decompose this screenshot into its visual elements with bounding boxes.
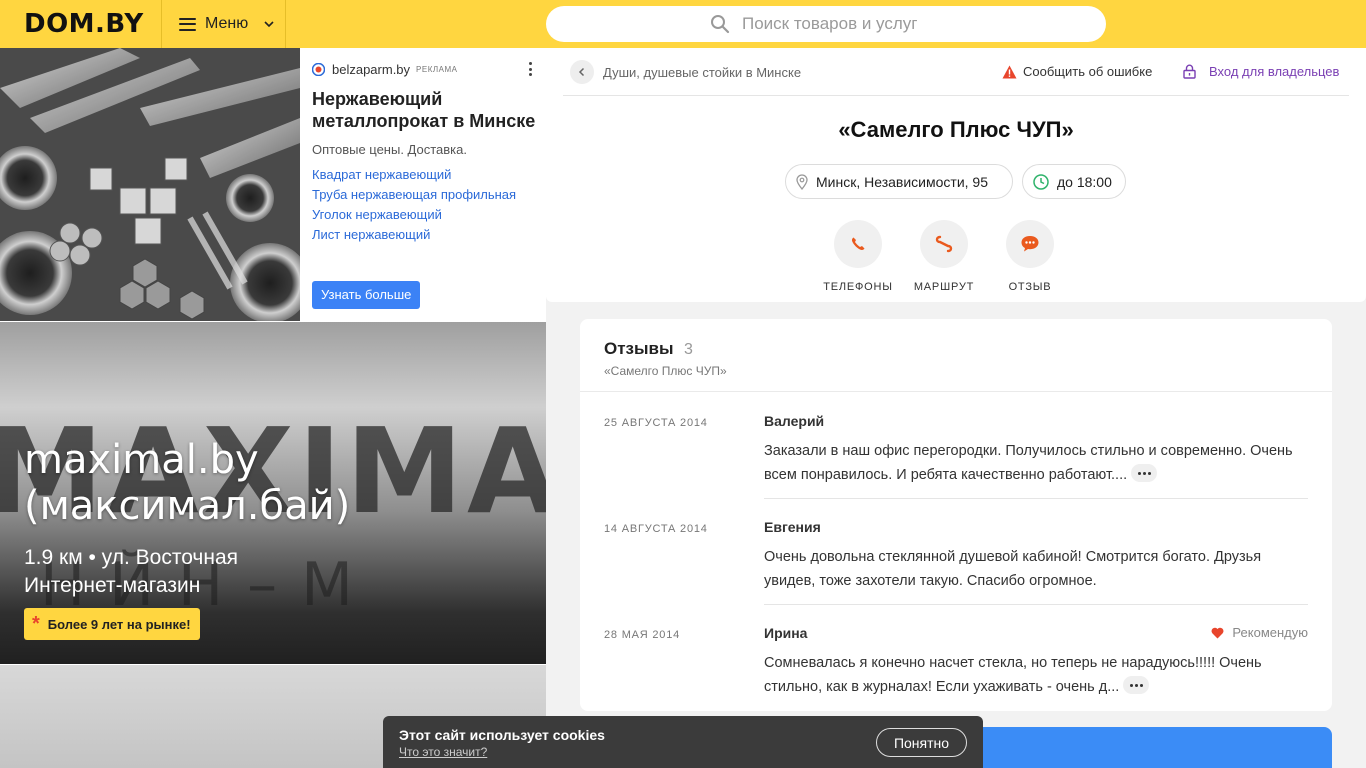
search-icon [711,15,730,34]
ad-learn-more-button[interactable]: Узнать больше [312,281,421,309]
review-date: 25 АВГУСТА 2014 [604,417,708,429]
reviews-card: Отзывы 3 «Самелго Плюс ЧУП» 25 АВГУСТА 2… [580,319,1332,711]
reviews-count: 3 [683,341,693,358]
menu-label: Меню [205,15,249,32]
ad-source[interactable]: belzaparm.by РЕКЛАМА [312,58,537,80]
review-date: 28 МАЯ 2014 [604,629,681,641]
report-error-label: Сообщить об ошибке [1023,64,1153,79]
warning-icon [1002,65,1017,78]
ad-title[interactable]: Нержавеющий металлопрокат в Минске [312,88,537,132]
cookie-title: Этот сайт использует cookies [399,727,605,743]
divider [580,391,1332,392]
cookie-info-link[interactable]: Что это значит? [399,745,487,759]
review-text: Сомневалась я конечно насчет стекла, но … [764,651,1308,699]
search-input[interactable] [742,14,942,34]
back-arrow-icon[interactable] [570,60,594,84]
owners-login-link[interactable]: Вход для владельцев [1183,64,1339,79]
ad-link[interactable]: Лист нержавеющий [312,225,537,245]
ad-description: Оптовые цены. Доставка. [312,142,467,157]
breadcrumb[interactable]: Души, душевые стойки в Минске [570,60,801,84]
reviews-title: Отзывы [604,339,674,358]
expand-more-icon[interactable] [1131,464,1158,483]
menu-button[interactable]: Меню [162,0,286,48]
review-text-content: Сомневалась я конечно насчет стекла, но … [764,655,1262,695]
ad-maximal-badge: * Более 9 лет на рынке! [24,608,200,640]
site-logo[interactable]: DOM.BY [0,0,162,48]
cookie-banner: Этот сайт использует cookies Что это зна… [383,716,983,768]
review-date: 14 АВГУСТА 2014 [604,523,708,535]
report-error-link[interactable]: Сообщить об ошибке [1002,64,1152,79]
company-card: Души, душевые стойки в Минске Сообщить о… [546,48,1366,302]
cookie-accept-button[interactable]: Понятно [876,728,967,757]
ads-column: belzaparm.by РЕКЛАМА Нержавеющий металло… [0,48,546,768]
chevron-down-icon [264,21,274,28]
chat-icon[interactable] [1006,220,1054,268]
review-text-content: Заказали в наш офис перегородки. Получил… [764,443,1293,483]
divider [764,604,1308,605]
clock-icon [1033,173,1049,190]
review-text: Очень довольна стеклянной душевой кабино… [764,549,1262,589]
ad-link[interactable]: Квадрат нержавеющий [312,165,537,185]
ad-link[interactable]: Труба нержавеющая профильная [312,185,537,205]
kebab-menu-icon[interactable] [523,60,537,78]
owners-login-label: Вход для владельцев [1209,64,1340,79]
company-name: «Самелго Плюс ЧУП» [838,117,1074,142]
ad-metal-image[interactable] [0,48,300,321]
search-bar[interactable] [546,6,1106,42]
favicon-icon [312,62,325,76]
divider [563,95,1349,96]
location-pin-icon [796,173,808,190]
star-icon: * [32,612,40,635]
site-header: DOM.BY Меню [0,0,1366,48]
ad-maximal-title-line: (максимал.бай) [24,483,351,529]
lock-icon [1183,64,1196,79]
review-author: Евгения [764,519,821,535]
route-label: МАРШРУТ [913,281,975,293]
route-icon[interactable] [920,220,968,268]
expand-more-icon[interactable] [1123,676,1150,695]
reviews-subtitle: «Самелго Плюс ЧУП» [604,364,727,378]
phones-button[interactable]: ТЕЛЕФОНЫ [818,220,898,293]
phones-label: ТЕЛЕФОНЫ [823,281,893,293]
ad-label: РЕКЛАМА [416,64,458,74]
phone-icon[interactable] [834,220,882,268]
ad-maximal-title: maximal.by (максимал.бай) [24,437,350,529]
ad-metal-body: belzaparm.by РЕКЛАМА Нержавеющий металло… [312,58,537,245]
recommend-label: Рекомендую [1232,625,1308,640]
reviews-header: Отзывы 3 «Самелго Плюс ЧУП» [604,339,727,378]
ad-metal[interactable]: belzaparm.by РЕКЛАМА Нержавеющий металло… [0,48,546,321]
hours-pill[interactable]: до 18:00 [1022,164,1126,199]
heart-icon [1211,627,1224,638]
review-text: Заказали в наш офис перегородки. Получил… [764,439,1308,487]
review-button[interactable]: ОТЗЫВ [990,220,1070,293]
ad-maximal-meta: 1.9 км • ул. Восточная Интернет-магазин [24,544,238,600]
ad-maximal[interactable]: MAXIMA НЙН–М maximal.by (максимал.бай) 1… [0,322,546,664]
ad-source-domain: belzaparm.by [332,61,411,77]
badge-label: Более 9 лет на рынке! [47,616,191,632]
ad-maximal-category: Интернет-магазин [24,574,201,597]
ad-maximal-distance: 1.9 км • ул. Восточная [24,546,239,569]
breadcrumb-label[interactable]: Души, душевые стойки в Минске [603,65,801,80]
ad-link[interactable]: Уголок нержавеющий [312,205,537,225]
review-author: Валерий [764,413,825,429]
hours-label: до 18:00 [1057,173,1112,190]
review-label: ОТЗЫВ [1008,281,1052,293]
address-label: Минск, Независимости, 95 [816,173,988,190]
ad-maximal-title-line: maximal.by [24,437,259,483]
divider [764,498,1308,499]
route-button[interactable]: МАРШРУТ [904,220,984,293]
ad-links: Квадрат нержавеющий Труба нержавеющая пр… [312,165,537,245]
review-author: Ирина [764,625,808,641]
address-pill[interactable]: Минск, Независимости, 95 [785,164,1013,199]
hamburger-icon [179,17,196,31]
recommend-badge: Рекомендую [1211,625,1308,640]
